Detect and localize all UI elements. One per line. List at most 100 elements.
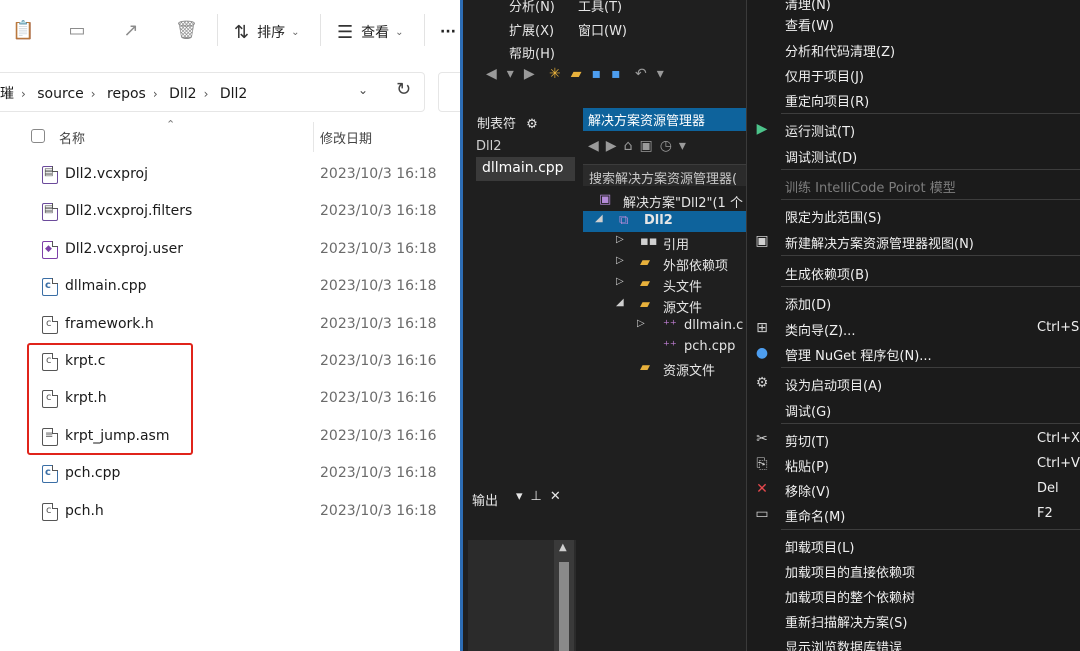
paste-icon[interactable]: 📋 (12, 20, 34, 42)
delete-icon[interactable]: 🗑 (175, 20, 198, 42)
menu-help[interactable]: 帮助(H) (509, 43, 555, 62)
menu-item-analyze-cleanup[interactable]: 分析和代码清理(Z) (747, 38, 1080, 62)
menu-item-debug[interactable]: 调试(G) (747, 398, 1080, 422)
file-explorer-window: 📋 ▭ ↗ 🗑 ⇅ 排序 ⌄ ☰ 查看 ⌄ ··· 璀 › source › r… (0, 0, 468, 651)
file-row[interactable]: dllmain.cpp 2023/10/3 16:18 (0, 269, 460, 306)
forward-icon[interactable]: ▶ (606, 138, 617, 154)
expand-arrow-icon[interactable]: ▷ (616, 255, 624, 266)
back-icon[interactable]: ◀ (588, 138, 599, 154)
undo-icon[interactable]: ↶ (635, 66, 647, 82)
menu-item-browse-db-errors[interactable]: 显示浏览数据库错误 (747, 634, 1080, 651)
column-header-name[interactable]: 名称 (59, 128, 85, 147)
menu-item-label: 管理 NuGet 程序包(N)... (785, 349, 932, 364)
history-icon[interactable]: ◷ (660, 138, 672, 154)
menu-analyze[interactable]: 分析(N) (509, 0, 555, 15)
solution-explorer-title[interactable]: 解决方案资源管理器 (583, 108, 746, 131)
tree-item-dllmain[interactable]: ▷ ⁺⁺ dllmain.c (583, 316, 746, 337)
scroll-thumb[interactable] (559, 562, 569, 651)
tree-item-external-deps[interactable]: ▷ ▰ 外部依赖项 (583, 253, 746, 274)
gear-icon[interactable]: ⚙ (526, 117, 538, 132)
solution-search-input[interactable]: 搜索解决方案资源管理器( (583, 164, 746, 186)
open-folder-icon[interactable]: ▰ (571, 66, 582, 82)
menu-item-load-direct-deps[interactable]: 加载项目的直接依赖项 (747, 559, 1080, 583)
expand-arrow-icon[interactable]: ▷ (616, 234, 624, 245)
menu-tools[interactable]: 工具(T) (578, 0, 622, 15)
menu-item-load-dep-tree[interactable]: 加载项目的整个依赖树 (747, 584, 1080, 608)
file-row[interactable]: framework.h 2023/10/3 16:18 (0, 307, 460, 344)
view-button[interactable]: ☰ 查看 ⌄ (337, 19, 404, 45)
menu-item-retarget[interactable]: 重定向项目(R) (747, 88, 1080, 112)
editor-tab-dllmain[interactable]: dllmain.cpp (476, 157, 575, 181)
collapse-arrow-icon[interactable]: ◢ (616, 297, 624, 308)
tree-item-resource-files[interactable]: ▰ 资源文件 (583, 358, 746, 379)
save-icon[interactable]: ▪ (592, 66, 602, 82)
scroll-up-icon[interactable]: ▲ (559, 542, 567, 553)
breadcrumb-item[interactable]: Dll2 (220, 86, 247, 102)
rename-icon[interactable]: ▭ (66, 20, 88, 42)
file-row[interactable]: Dll2.vcxproj 2023/10/3 16:18 (0, 157, 460, 194)
new-item-icon[interactable]: ✳ (549, 66, 561, 82)
menu-item-debug-tests[interactable]: 调试测试(D) (747, 144, 1080, 168)
menu-item-scope-to-this[interactable]: 限定为此范围(S) (747, 204, 1080, 228)
address-bar[interactable]: 璀 › source › repos › Dll2 › Dll2 ⌄ ↻ (0, 72, 425, 112)
file-row[interactable]: Dll2.vcxproj.user 2023/10/3 16:18 (0, 232, 460, 269)
tree-item-header-files[interactable]: ▷ ▰ 头文件 (583, 274, 746, 295)
toolbar-divider (217, 14, 218, 46)
tree-item-project[interactable]: ◢ ⧉ Dll2 (583, 211, 746, 232)
navigate-forward-icon[interactable]: ▶ (524, 66, 535, 82)
menu-item-class-wizard[interactable]: ⊞ 类向导(Z)... Ctrl+Sh (747, 317, 1080, 341)
tree-item-source-files[interactable]: ◢ ▰ 源文件 (583, 295, 746, 316)
file-row[interactable]: Dll2.vcxproj.filters 2023/10/3 16:18 (0, 194, 460, 231)
menu-item-set-startup[interactable]: ⚙ 设为启动项目(A) (747, 372, 1080, 396)
menu-extensions[interactable]: 扩展(X) (509, 20, 554, 39)
menu-item-unload-project[interactable]: 卸载项目(L) (747, 534, 1080, 558)
explorer-toolbar: 📋 ▭ ↗ 🗑 ⇅ 排序 ⌄ ☰ 查看 ⌄ ··· (0, 0, 460, 62)
dropdown-icon[interactable]: ▾ (657, 66, 664, 82)
file-row[interactable]: pch.h 2023/10/3 16:18 (0, 494, 460, 531)
dropdown-icon[interactable]: ▾ (679, 138, 686, 154)
menu-item-nuget[interactable]: ● 管理 NuGet 程序包(N)... (747, 342, 1080, 366)
select-all-checkbox[interactable] (31, 129, 45, 143)
tree-item-solution[interactable]: ▣ 解决方案"Dll2"(1 个 (583, 190, 746, 211)
menu-item-new-view[interactable]: ▣ 新建解决方案资源管理器视图(N) (747, 230, 1080, 254)
more-options-button[interactable]: ··· (440, 19, 456, 45)
home-icon[interactable]: ⌂ (624, 138, 633, 154)
navigate-back-icon[interactable]: ◀ (486, 66, 497, 82)
tree-item-references[interactable]: ▷ ▪▪ 引用 (583, 232, 746, 253)
window-menu-icon[interactable]: ▾ (516, 489, 523, 504)
menu-item-remove[interactable]: ✕ 移除(V) Del (747, 478, 1080, 502)
close-icon[interactable]: ✕ (550, 489, 561, 504)
breadcrumb-item[interactable]: 璀 (0, 86, 14, 102)
column-header-modified[interactable]: 修改日期 (320, 128, 372, 147)
menu-item-build-deps[interactable]: 生成依赖项(B) (747, 261, 1080, 285)
dropdown-icon[interactable]: ▾ (507, 66, 514, 82)
address-history-chevron-icon[interactable]: ⌄ (358, 83, 368, 97)
refresh-icon[interactable]: ↻ (396, 79, 411, 100)
sort-button[interactable]: ⇅ 排序 ⌄ (234, 19, 299, 45)
menu-item-cut[interactable]: ✂ 剪切(T) Ctrl+X (747, 428, 1080, 452)
expand-arrow-icon[interactable]: ▷ (637, 318, 645, 329)
switch-views-icon[interactable]: ▣ (639, 138, 652, 154)
menu-item-run-tests[interactable]: ▶ 运行测试(T) (747, 118, 1080, 142)
tab-tabs[interactable]: 制表符 ⚙ (477, 113, 538, 132)
tree-item-pch[interactable]: ⁺⁺ pch.cpp (583, 337, 746, 358)
collapse-arrow-icon[interactable]: ◢ (595, 213, 603, 224)
expand-arrow-icon[interactable]: ▷ (616, 276, 624, 287)
breadcrumb-item[interactable]: Dll2 (169, 86, 196, 102)
breadcrumb-item[interactable]: repos (107, 86, 146, 102)
output-scrollbar[interactable]: ▲ (554, 540, 574, 651)
menu-item-paste[interactable]: ⎘ 粘贴(P) Ctrl+V (747, 453, 1080, 477)
share-icon[interactable]: ↗ (120, 20, 142, 42)
menu-item-project-only[interactable]: 仅用于项目(J) (747, 63, 1080, 87)
menu-item-view[interactable]: 查看(W) (747, 12, 1080, 36)
save-all-icon[interactable]: ▪ (611, 66, 621, 82)
menu-item-add[interactable]: 添加(D) (747, 291, 1080, 315)
pin-icon[interactable]: ⊥ (531, 489, 542, 504)
file-row[interactable]: pch.cpp 2023/10/3 16:18 (0, 456, 460, 493)
column-divider[interactable] (313, 122, 314, 152)
output-panel-title[interactable]: 输出 (472, 490, 498, 509)
breadcrumb-item[interactable]: source (37, 86, 84, 102)
menu-window[interactable]: 窗口(W) (578, 20, 627, 39)
menu-item-rename[interactable]: ▭ 重命名(M) F2 (747, 503, 1080, 527)
menu-item-rescan-solution[interactable]: 重新扫描解决方案(S) (747, 609, 1080, 633)
